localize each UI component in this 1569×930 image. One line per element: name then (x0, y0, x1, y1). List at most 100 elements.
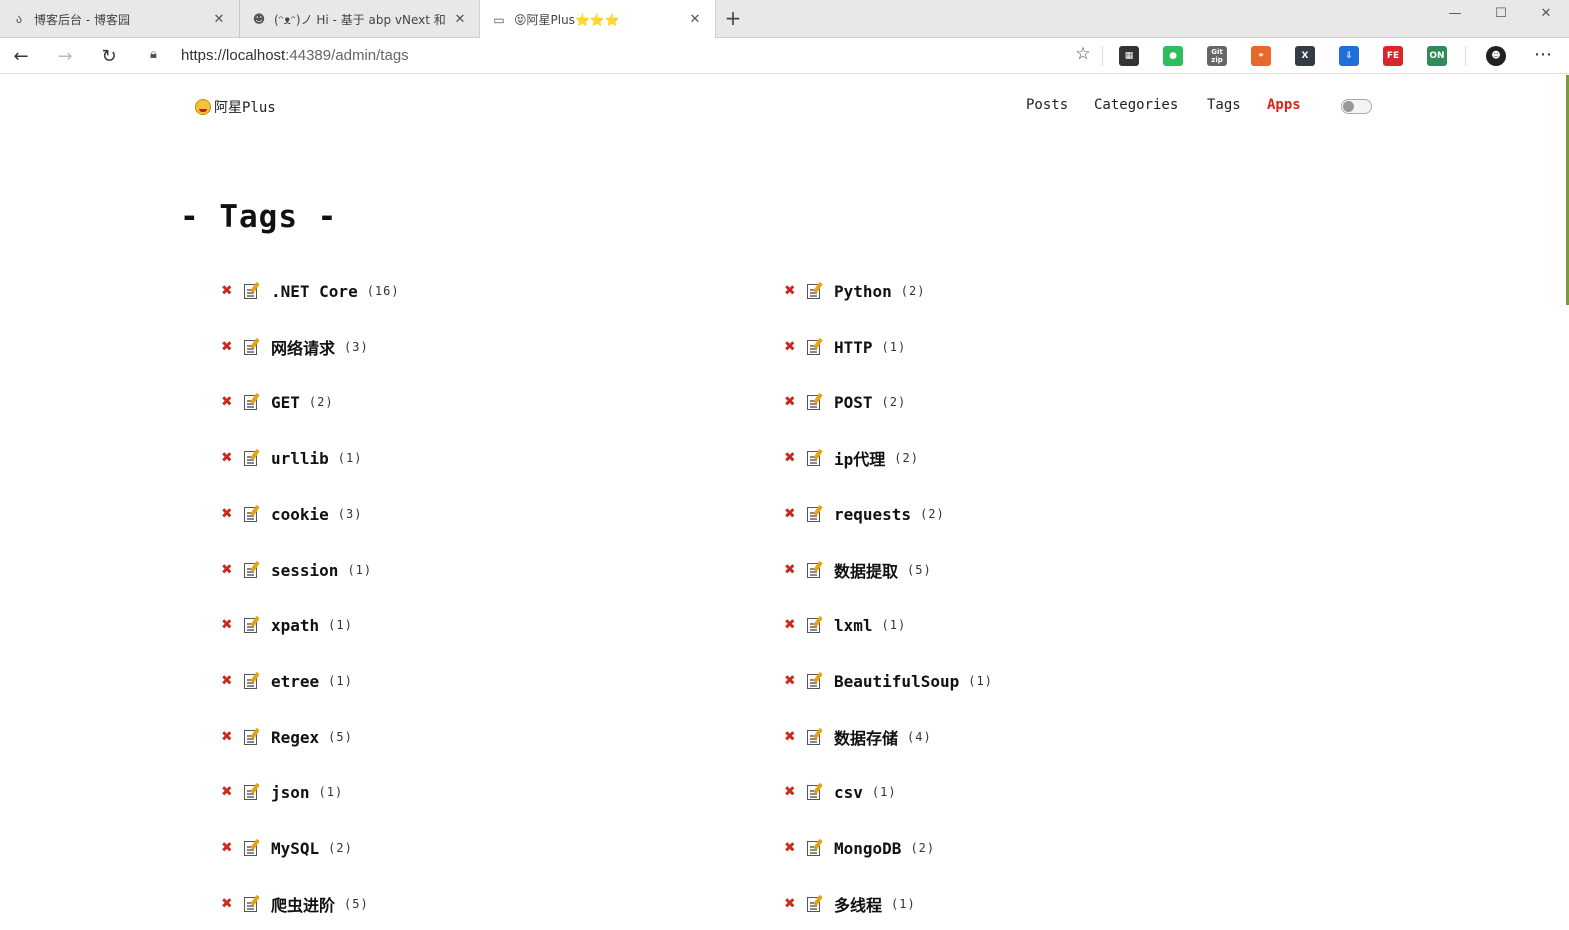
close-icon[interactable]: ✕ (452, 12, 468, 27)
tab-blog-admin[interactable]: ა 博客后台 - 博客园 ✕ (0, 0, 240, 38)
nav-link-apps[interactable]: Apps (1267, 97, 1301, 113)
close-icon[interactable]: ✕ (211, 12, 227, 27)
on-switch-icon[interactable]: ON (1427, 46, 1447, 66)
delete-icon[interactable]: ✖ (218, 449, 236, 467)
tag-name[interactable]: MongoDB (834, 839, 901, 858)
new-tab-button[interactable]: + (722, 8, 744, 30)
edit-icon[interactable] (807, 615, 823, 634)
delete-icon[interactable]: ✖ (781, 561, 799, 579)
tag-name[interactable]: 爬虫进阶 (271, 892, 335, 916)
tag-name[interactable]: lxml (834, 616, 873, 635)
edit-icon[interactable] (807, 392, 823, 411)
fe-helper-icon[interactable]: FE (1383, 46, 1403, 66)
tag-name[interactable]: csv (834, 783, 863, 802)
delete-icon[interactable]: ✖ (218, 561, 236, 579)
tag-name[interactable]: Regex (271, 728, 319, 747)
delete-icon[interactable]: ✖ (781, 338, 799, 356)
tag-name[interactable]: HTTP (834, 338, 873, 357)
delete-icon[interactable]: ✖ (781, 895, 799, 913)
delete-icon[interactable]: ✖ (218, 393, 236, 411)
graph-icon[interactable]: ⚭ (1251, 46, 1271, 66)
edit-icon[interactable] (807, 838, 823, 857)
tag-name[interactable]: xpath (271, 616, 319, 635)
edit-icon[interactable] (807, 671, 823, 690)
tag-name[interactable]: urllib (271, 449, 329, 468)
tab-axing-plus[interactable]: ▭ 😝阿星Plus⭐⭐⭐ ✕ (479, 0, 716, 39)
tag-name[interactable]: session (271, 561, 338, 580)
edit-icon[interactable] (244, 727, 260, 746)
edit-icon[interactable] (244, 671, 260, 690)
refresh-button[interactable]: ↻ (95, 42, 123, 70)
tag-name[interactable]: 数据存储 (834, 725, 898, 749)
site-brand-link[interactable]: 阿星Plus (195, 97, 276, 117)
tag-name[interactable]: 数据提取 (834, 558, 898, 582)
tag-name[interactable]: 网络请求 (271, 335, 335, 359)
delete-icon[interactable]: ✖ (218, 282, 236, 300)
delete-icon[interactable]: ✖ (218, 505, 236, 523)
delete-icon[interactable]: ✖ (781, 505, 799, 523)
close-icon[interactable]: ✕ (687, 12, 703, 27)
qr-code-icon[interactable]: ▦ (1119, 46, 1139, 66)
minimize-icon[interactable]: — (1432, 0, 1478, 26)
delete-icon[interactable]: ✖ (218, 839, 236, 857)
edit-icon[interactable] (244, 392, 260, 411)
save-icon[interactable]: ⇩ (1339, 46, 1359, 66)
edit-icon[interactable] (807, 448, 823, 467)
tab-hi-abp[interactable]: ☻ (ᵔᴥᵔ)ノ Hi - 基于 abp vNext 和 ✕ (240, 0, 480, 38)
tag-name[interactable]: ip代理 (834, 446, 885, 470)
delete-icon[interactable]: ✖ (781, 616, 799, 634)
tag-name[interactable]: json (271, 783, 310, 802)
tag-name[interactable]: etree (271, 672, 319, 691)
tag-name[interactable]: cookie (271, 505, 329, 524)
tag-name[interactable]: MySQL (271, 839, 319, 858)
tag-name[interactable]: .NET Core (271, 282, 358, 301)
window-close-icon[interactable]: ✕ (1523, 0, 1569, 26)
edit-icon[interactable] (244, 448, 260, 467)
delete-icon[interactable]: ✖ (781, 282, 799, 300)
delete-icon[interactable]: ✖ (781, 783, 799, 801)
edit-icon[interactable] (807, 281, 823, 300)
delete-icon[interactable]: ✖ (781, 672, 799, 690)
edit-icon[interactable] (244, 615, 260, 634)
maximize-icon[interactable]: ☐ (1478, 0, 1524, 26)
edit-icon[interactable] (807, 894, 823, 913)
edit-icon[interactable] (244, 894, 260, 913)
nav-link-posts[interactable]: Posts (1026, 97, 1068, 113)
more-options-icon[interactable]: ⋯ (1530, 42, 1556, 70)
tag-name[interactable]: GET (271, 393, 300, 412)
edit-icon[interactable] (807, 782, 823, 801)
tag-name[interactable]: requests (834, 505, 911, 524)
delete-icon[interactable]: ✖ (218, 616, 236, 634)
edit-icon[interactable] (807, 727, 823, 746)
nav-link-categories[interactable]: Categories (1094, 97, 1178, 113)
delete-icon[interactable]: ✖ (218, 672, 236, 690)
delete-icon[interactable]: ✖ (781, 839, 799, 857)
edit-icon[interactable] (244, 560, 260, 579)
delete-icon[interactable]: ✖ (781, 728, 799, 746)
x-extension-icon[interactable]: X (1295, 46, 1315, 66)
delete-icon[interactable]: ✖ (218, 783, 236, 801)
edit-icon[interactable] (807, 504, 823, 523)
edit-icon[interactable] (244, 782, 260, 801)
edit-icon[interactable] (244, 281, 260, 300)
tag-name[interactable]: BeautifulSoup (834, 672, 959, 691)
favorite-star-icon[interactable]: ☆ (1072, 44, 1094, 68)
theme-toggle[interactable] (1341, 99, 1372, 114)
delete-icon[interactable]: ✖ (781, 393, 799, 411)
profile-avatar-icon[interactable]: ☻ (1486, 46, 1506, 66)
url-input[interactable]: https://localhost:44389/admin/tags (181, 47, 409, 64)
edit-icon[interactable] (244, 504, 260, 523)
edit-icon[interactable] (807, 337, 823, 356)
edit-icon[interactable] (807, 560, 823, 579)
tag-name[interactable]: POST (834, 393, 873, 412)
delete-icon[interactable]: ✖ (781, 449, 799, 467)
evernote-icon[interactable]: ● (1163, 46, 1183, 66)
tag-name[interactable]: 多线程 (834, 892, 882, 916)
tag-name[interactable]: Python (834, 282, 892, 301)
delete-icon[interactable]: ✖ (218, 338, 236, 356)
nav-link-tags[interactable]: Tags (1207, 97, 1241, 113)
delete-icon[interactable]: ✖ (218, 895, 236, 913)
delete-icon[interactable]: ✖ (218, 728, 236, 746)
back-button[interactable]: ← (7, 42, 35, 70)
edit-icon[interactable] (244, 337, 260, 356)
